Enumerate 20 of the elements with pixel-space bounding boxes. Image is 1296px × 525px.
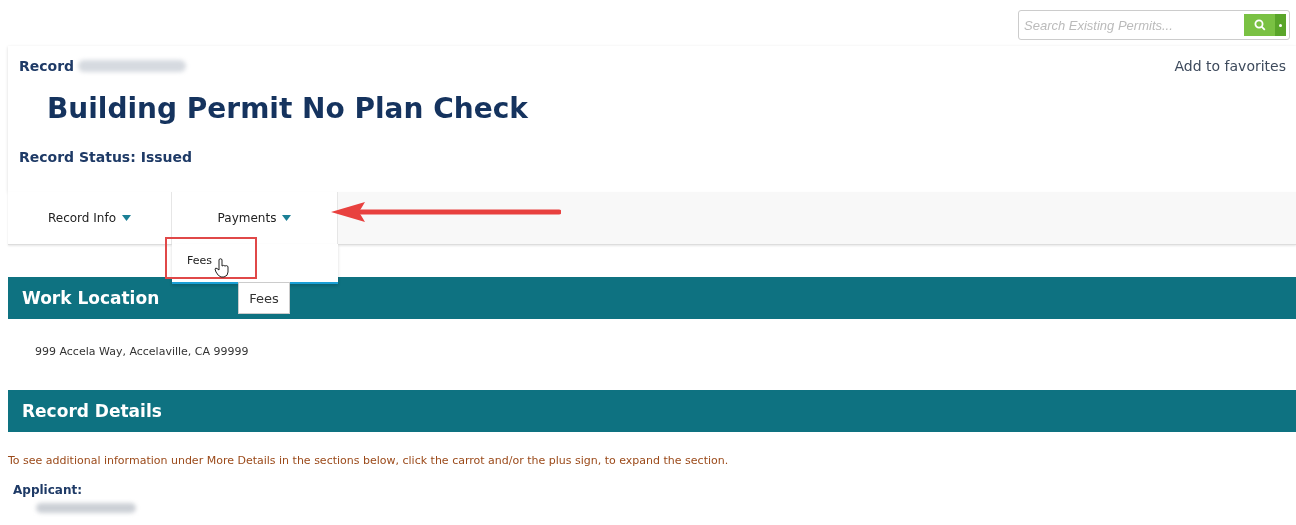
dropdown-button[interactable]	[1275, 14, 1286, 36]
search-button[interactable]	[1244, 14, 1275, 36]
record-status: Record Status: Issued	[19, 149, 194, 165]
add-to-favorites-link[interactable]: Add to favorites	[1174, 58, 1286, 74]
record-label: Record	[19, 58, 75, 74]
caret-icon	[282, 215, 292, 221]
applicant-label: Applicant:	[13, 483, 83, 497]
tooltip: Fees	[238, 282, 290, 314]
menu-tab[interactable]: Record Info	[8, 192, 172, 244]
menu-tab[interactable]: Payments	[172, 192, 338, 244]
caret-icon	[122, 215, 131, 221]
search-field[interactable]: Search Existing Permits...	[1018, 10, 1290, 40]
search-icon	[1253, 19, 1266, 31]
address-text: 999 Accela Way, Accelaville, CA 99999	[35, 345, 250, 358]
instruction-text: To see additional information under More Details in the sections below, click the carrot and/or the plus sign, to expand the section.	[8, 454, 730, 467]
record-title: Building Permit No Plan Check	[47, 92, 529, 125]
hand-cursor-icon	[214, 258, 230, 278]
menu-item[interactable]: Fees	[165, 237, 257, 279]
dot-icon	[1279, 23, 1282, 27]
section-header: Record Details	[8, 390, 1296, 432]
